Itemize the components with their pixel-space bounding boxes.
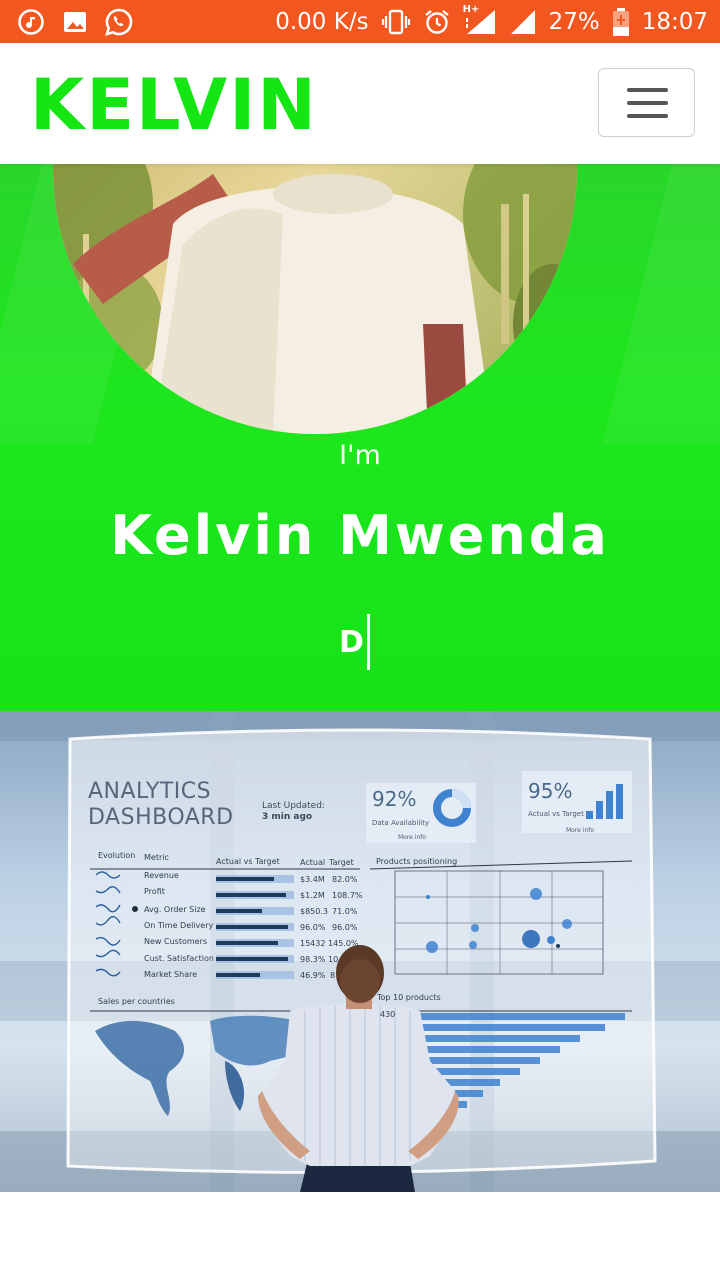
- table-row-metric: Profit: [144, 887, 165, 896]
- battery-percent: 27%: [548, 8, 600, 35]
- table-row-actual: $850.3: [300, 907, 328, 916]
- table-row-metric: New Customers: [144, 937, 208, 946]
- brand-logo[interactable]: KELVIN: [30, 63, 318, 147]
- typed-text-value: D: [339, 624, 364, 660]
- table-header-actual: Actual: [300, 858, 326, 867]
- table-row-target: 82.0%: [332, 875, 358, 884]
- kpi-actual-link: More info: [566, 827, 595, 834]
- clock: 18:07: [641, 8, 708, 35]
- table-row-target: 71.0%: [332, 907, 358, 916]
- vibrate-icon: [381, 9, 410, 34]
- whatsapp-icon: [104, 7, 134, 37]
- table-row-actual: 96.0%: [300, 923, 326, 932]
- dashboard-title-line2: DASHBOARD: [88, 805, 234, 830]
- table-header-evolution: Evolution: [98, 851, 136, 860]
- kpi-availability-label: Data Availability: [372, 819, 430, 827]
- table-row-metric: Revenue: [144, 871, 179, 880]
- table-row-actual: $3.4M: [300, 875, 325, 884]
- kpi-availability-value: 92%: [372, 787, 417, 811]
- hero-name: Kelvin Mwenda: [110, 504, 610, 567]
- status-bar: 0.00 K/s H+ 27% 18:07: [0, 0, 720, 43]
- battery-icon: [612, 7, 629, 36]
- products-positioning-label: Products positioning: [376, 857, 458, 866]
- table-header-target: Target: [329, 858, 354, 867]
- table-row-metric: Cust. Satisfaction: [144, 954, 214, 963]
- table-row-metric: Avg. Order Size: [144, 905, 206, 914]
- signal-icon-secondary: [510, 9, 535, 34]
- table-row-actual: 15432: [300, 939, 326, 948]
- table-row-target: 10: [328, 955, 339, 964]
- table-row-target: 145.0%: [328, 939, 359, 948]
- navbar: KELVIN: [0, 43, 720, 164]
- dashboard-title-line1: ANALYTICS: [88, 779, 212, 804]
- top-products-first-value: 430: [380, 1010, 396, 1019]
- table-header-actual-vs-target: Actual vs Target: [216, 857, 280, 866]
- sales-per-countries-label: Sales per countries: [98, 997, 175, 1006]
- table-header-metric: Metric: [144, 853, 169, 862]
- table-row-actual: 98.3%: [300, 955, 326, 964]
- hamburger-icon-line: [627, 114, 668, 118]
- top-products-label: Top 10 products: [377, 993, 441, 1002]
- last-updated-label: Last Updated:: [262, 801, 325, 811]
- table-row-metric: On Time Delivery: [144, 921, 214, 930]
- menu-toggle-button[interactable]: [598, 68, 695, 137]
- notification-icons: [16, 7, 134, 37]
- profile-photo: [53, 164, 577, 434]
- page-bottom: [0, 1192, 720, 1280]
- music-app-icon: [16, 7, 46, 37]
- analytics-dashboard-image: ANALYTICS DASHBOARD Last Updated: 3 min …: [0, 711, 720, 1192]
- system-indicators: 0.00 K/s H+ 27% 18:07: [275, 0, 708, 43]
- gallery-icon: [60, 7, 90, 37]
- alarm-icon: [424, 9, 449, 34]
- typed-text: D: [339, 614, 370, 670]
- intro-text: I'm: [339, 440, 381, 471]
- hero-section: I'm Kelvin Mwenda D: [0, 164, 720, 711]
- table-row-target: 108.7%: [332, 891, 363, 900]
- hamburger-icon-line: [627, 101, 668, 105]
- kpi-actual-value: 95%: [528, 779, 573, 803]
- table-row-actual: $1.2M: [300, 891, 325, 900]
- typing-cursor: [366, 614, 370, 670]
- table-row-actual: 46.9%: [300, 971, 326, 980]
- kpi-actual-label: Actual vs Target: [528, 810, 584, 818]
- hamburger-icon: [627, 88, 668, 92]
- signal-icon: H+: [463, 4, 497, 36]
- table-row-metric: Market Share: [144, 970, 198, 979]
- hero-decoration: [602, 164, 720, 444]
- table-row-target: 8: [330, 971, 336, 980]
- table-row-target: 96.0%: [332, 923, 358, 932]
- net-speed: 0.00 K/s: [275, 8, 369, 35]
- kpi-availability-link: More info: [398, 834, 427, 841]
- dashboard-title: ANALYTICS DASHBOARD: [88, 779, 234, 831]
- last-updated-value: 3 min ago: [262, 812, 313, 822]
